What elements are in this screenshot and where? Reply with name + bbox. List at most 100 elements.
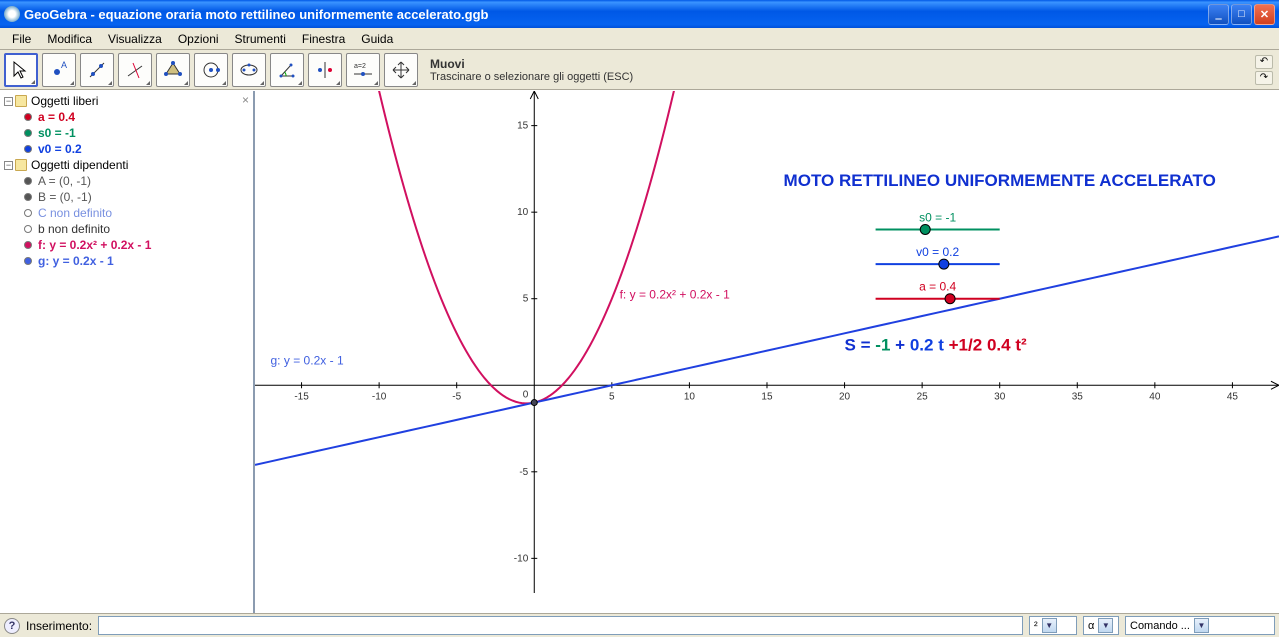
toolbar: A a=2 Muovi Trascinare o selezionare gli… [0, 50, 1279, 90]
g-label: g: y = 0.2x - 1 [271, 353, 344, 367]
folder-icon [15, 95, 27, 107]
menu-opzioni[interactable]: Opzioni [170, 30, 227, 48]
svg-text:5: 5 [609, 391, 615, 402]
f-label: f: y = 0.2x² + 0.2x - 1 [620, 288, 731, 302]
slider-a-handle[interactable] [945, 294, 955, 304]
svg-text:a=2: a=2 [354, 63, 366, 70]
slider-v0-handle[interactable] [939, 259, 949, 269]
tool-point[interactable]: A [42, 53, 76, 87]
svg-text:A: A [61, 60, 67, 70]
chevron-down-icon: ▼ [1098, 618, 1113, 633]
obj-g[interactable]: g: y = 0.2x - 1 [0, 253, 253, 269]
svg-text:-5: -5 [519, 467, 528, 478]
reflect-icon [315, 60, 335, 80]
menu-modifica[interactable]: Modifica [39, 30, 100, 48]
redo-button[interactable]: ↷ [1255, 71, 1273, 85]
chevron-down-icon: ▼ [1194, 618, 1209, 633]
svg-text:v0 = 0.2: v0 = 0.2 [916, 245, 959, 259]
app-icon [4, 6, 20, 22]
circle-icon [201, 60, 221, 80]
algebra-close-icon[interactable]: × [242, 93, 249, 107]
menubar: File Modifica Visualizza Opzioni Strumen… [0, 28, 1279, 50]
folder-dependent-objects[interactable]: − Oggetti dipendenti [0, 157, 253, 173]
chevron-down-icon: ▼ [1042, 618, 1057, 633]
window-titlebar: GeoGebra - equazione oraria moto rettili… [0, 0, 1279, 28]
tool-conic[interactable] [232, 53, 266, 87]
move-view-icon [391, 60, 411, 80]
folder-free-objects[interactable]: − Oggetti liberi [0, 93, 253, 109]
help-icon[interactable]: ? [4, 618, 20, 634]
svg-text:40: 40 [1149, 391, 1161, 402]
svg-text:s0 = -1: s0 = -1 [919, 210, 956, 224]
svg-text:10: 10 [517, 207, 529, 218]
tool-help-text: Muovi Trascinare o selezionare gli ogget… [430, 57, 1251, 83]
command-picker[interactable]: Comando ...▼ [1125, 616, 1275, 635]
svg-text:10: 10 [684, 391, 696, 402]
collapse-icon[interactable]: − [4, 161, 13, 170]
svg-text:35: 35 [1072, 391, 1084, 402]
minimize-button[interactable]: ‗ [1208, 4, 1229, 25]
window-title: GeoGebra - equazione oraria moto rettili… [24, 7, 1208, 22]
menu-file[interactable]: File [4, 30, 39, 48]
folder-free-label: Oggetti liberi [31, 94, 98, 108]
input-label: Inserimento: [26, 619, 92, 633]
obj-B[interactable]: B = (0, -1) [0, 189, 253, 205]
menu-strumenti[interactable]: Strumenti [227, 30, 294, 48]
svg-text:-10: -10 [372, 391, 387, 402]
close-button[interactable]: ✕ [1254, 4, 1275, 25]
menu-visualizza[interactable]: Visualizza [100, 30, 170, 48]
symbol-picker-1[interactable]: ²▼ [1029, 616, 1077, 635]
tool-line[interactable] [80, 53, 114, 87]
line-icon [87, 60, 107, 80]
input-bar: ? Inserimento: ²▼ α▼ Comando ...▼ [0, 613, 1279, 637]
obj-C[interactable]: C non definito [0, 205, 253, 221]
tool-slider[interactable]: a=2 [346, 53, 380, 87]
obj-a[interactable]: a = 0.4 [0, 109, 253, 125]
svg-text:25: 25 [917, 391, 929, 402]
tool-move[interactable] [4, 53, 38, 87]
svg-text:-10: -10 [514, 553, 529, 564]
tool-perpendicular[interactable] [118, 53, 152, 87]
symbol-picker-2[interactable]: α▼ [1083, 616, 1119, 635]
perpendicular-icon [125, 60, 145, 80]
svg-text:15: 15 [517, 121, 529, 132]
plot-canvas[interactable]: -15-10-551015202530354045-10-5510150f: y… [255, 91, 1279, 593]
svg-text:30: 30 [994, 391, 1006, 402]
menu-guida[interactable]: Guida [353, 30, 401, 48]
svg-text:-5: -5 [452, 391, 461, 402]
svg-text:15: 15 [761, 391, 773, 402]
maximize-button[interactable]: □ [1231, 4, 1252, 25]
obj-b[interactable]: b non definito [0, 221, 253, 237]
ellipse-icon [239, 60, 259, 80]
point-icon: A [49, 60, 69, 80]
svg-text:a = 0.4: a = 0.4 [919, 280, 956, 294]
cursor-icon [11, 60, 31, 80]
svg-text:0: 0 [523, 389, 529, 400]
tool-move-view[interactable] [384, 53, 418, 87]
command-input[interactable] [98, 616, 1023, 635]
obj-v0[interactable]: v0 = 0.2 [0, 141, 253, 157]
tool-polygon[interactable] [156, 53, 190, 87]
tool-help-title: Muovi [430, 57, 465, 71]
slider-icon: a=2 [350, 60, 376, 80]
chart-title: MOTO RETTILINEO UNIFORMEMENTE ACCELERATO [784, 171, 1216, 190]
obj-f[interactable]: f: y = 0.2x² + 0.2x - 1 [0, 237, 253, 253]
obj-s0[interactable]: s0 = -1 [0, 125, 253, 141]
tool-help-desc: Trascinare o selezionare gli oggetti (ES… [430, 71, 633, 83]
undo-button[interactable]: ↶ [1255, 55, 1273, 69]
menu-finestra[interactable]: Finestra [294, 30, 353, 48]
angle-icon [277, 60, 297, 80]
svg-text:5: 5 [523, 294, 529, 305]
algebra-view[interactable]: × − Oggetti liberi a = 0.4 s0 = -1 v0 = … [0, 91, 255, 613]
graphics-view[interactable]: -15-10-551015202530354045-10-5510150f: y… [255, 91, 1279, 613]
obj-A[interactable]: A = (0, -1) [0, 173, 253, 189]
collapse-icon[interactable]: − [4, 97, 13, 106]
slider-s0-handle[interactable] [920, 224, 930, 234]
tool-circle[interactable] [194, 53, 228, 87]
tool-angle[interactable] [270, 53, 304, 87]
polygon-icon [163, 60, 183, 80]
tool-reflect[interactable] [308, 53, 342, 87]
svg-text:45: 45 [1227, 391, 1239, 402]
folder-dep-label: Oggetti dipendenti [31, 158, 128, 172]
folder-icon [15, 159, 27, 171]
